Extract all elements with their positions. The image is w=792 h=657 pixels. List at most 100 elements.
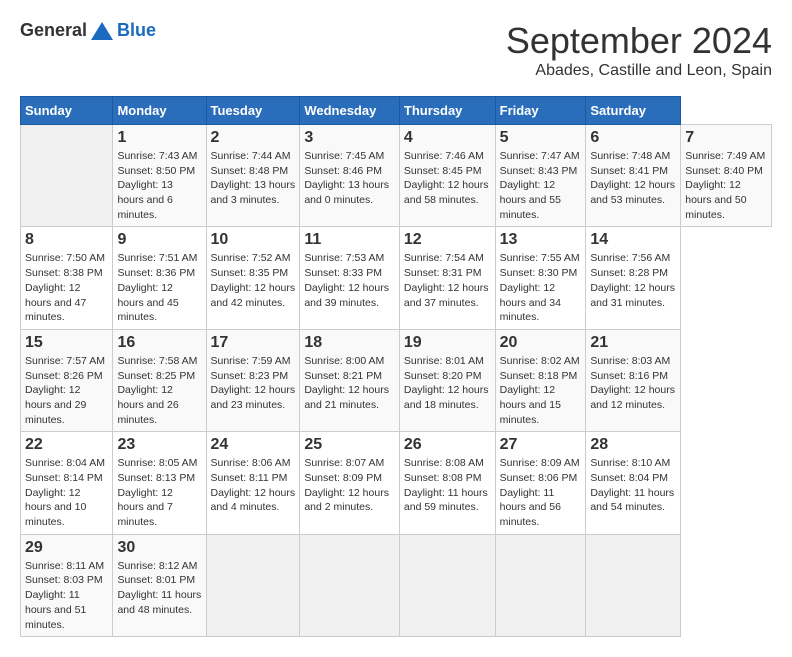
calendar-cell: 14 Sunrise: 7:56 AMSunset: 8:28 PMDayligh… [586, 227, 681, 329]
day-info: Sunrise: 8:05 AMSunset: 8:13 PMDaylight:… [117, 456, 201, 529]
calendar-header-sunday: Sunday [21, 97, 113, 125]
calendar-cell: 30Sunrise: 8:12 AMSunset: 8:01 PMDayligh… [113, 534, 206, 636]
calendar-week-row: 22 Sunrise: 8:04 AMSunset: 8:14 PMDayligh… [21, 432, 772, 534]
calendar-cell: 12 Sunrise: 7:54 AMSunset: 8:31 PMDayligh… [399, 227, 495, 329]
day-number: 7 [685, 129, 767, 147]
day-info: Sunrise: 7:53 AMSunset: 8:33 PMDaylight:… [304, 251, 395, 310]
calendar-body: 1 Sunrise: 7:43 AMSunset: 8:50 PMDaylight… [21, 125, 772, 637]
day-number: 27 [500, 436, 582, 454]
day-number: 18 [304, 334, 395, 352]
day-info: Sunrise: 7:47 AMSunset: 8:43 PMDaylight:… [500, 149, 582, 222]
calendar-cell: 27 Sunrise: 8:09 AMSunset: 8:06 PMDayligh… [495, 432, 586, 534]
calendar-cell: 29 Sunrise: 8:11 AMSunset: 8:03 PMDayligh… [21, 534, 113, 636]
logo-text-general: General [20, 20, 87, 41]
day-info: Sunrise: 8:07 AMSunset: 8:09 PMDaylight:… [304, 456, 395, 515]
calendar-cell: 8 Sunrise: 7:50 AMSunset: 8:38 PMDaylight… [21, 227, 113, 329]
calendar-cell: 15Sunrise: 7:57 AMSunset: 8:26 PMDayligh… [21, 329, 113, 431]
day-number: 23 [117, 436, 201, 454]
day-number: 20 [500, 334, 582, 352]
calendar-cell: 21Sunrise: 8:03 AMSunset: 8:16 PMDayligh… [586, 329, 681, 431]
calendar-cell: 1 Sunrise: 7:43 AMSunset: 8:50 PMDaylight… [113, 125, 206, 227]
calendar-cell: 4 Sunrise: 7:46 AMSunset: 8:45 PMDaylight… [399, 125, 495, 227]
day-info: Sunrise: 7:58 AMSunset: 8:25 PMDaylight:… [117, 354, 201, 427]
calendar-cell: 11 Sunrise: 7:53 AMSunset: 8:33 PMDayligh… [300, 227, 400, 329]
calendar-cell: 25 Sunrise: 8:07 AMSunset: 8:09 PMDayligh… [300, 432, 400, 534]
day-number: 28 [590, 436, 676, 454]
calendar-cell: 10 Sunrise: 7:52 AMSunset: 8:35 PMDayligh… [206, 227, 300, 329]
calendar-header-thursday: Thursday [399, 97, 495, 125]
day-number: 9 [117, 231, 201, 249]
day-number: 8 [25, 231, 108, 249]
day-info: Sunrise: 8:02 AMSunset: 8:18 PMDaylight:… [500, 354, 582, 427]
day-number: 24 [211, 436, 296, 454]
day-number: 30 [117, 539, 201, 557]
title-section: September 2024 Abades, Castille and Leon… [506, 20, 772, 80]
day-info: Sunrise: 7:54 AMSunset: 8:31 PMDaylight:… [404, 251, 491, 310]
calendar-cell: 6 Sunrise: 7:48 AMSunset: 8:41 PMDaylight… [586, 125, 681, 227]
calendar-week-row: 29 Sunrise: 8:11 AMSunset: 8:03 PMDayligh… [21, 534, 772, 636]
day-number: 16 [117, 334, 201, 352]
day-number: 5 [500, 129, 582, 147]
calendar-cell: 7 Sunrise: 7:49 AMSunset: 8:40 PMDaylight… [681, 125, 772, 227]
day-number: 17 [211, 334, 296, 352]
day-number: 14 [590, 231, 676, 249]
day-number: 29 [25, 539, 108, 557]
day-number: 25 [304, 436, 395, 454]
calendar-week-row: 8 Sunrise: 7:50 AMSunset: 8:38 PMDaylight… [21, 227, 772, 329]
day-number: 4 [404, 129, 491, 147]
day-info: Sunrise: 8:04 AMSunset: 8:14 PMDaylight:… [25, 456, 108, 529]
day-info: Sunrise: 7:48 AMSunset: 8:41 PMDaylight:… [590, 149, 676, 208]
day-number: 6 [590, 129, 676, 147]
day-info: Sunrise: 8:00 AMSunset: 8:21 PMDaylight:… [304, 354, 395, 413]
day-number: 11 [304, 231, 395, 249]
day-info: Sunrise: 7:52 AMSunset: 8:35 PMDaylight:… [211, 251, 296, 310]
day-info: Sunrise: 7:43 AMSunset: 8:50 PMDaylight:… [117, 149, 201, 222]
calendar-cell [586, 534, 681, 636]
day-number: 15 [25, 334, 108, 352]
page-subtitle: Abades, Castille and Leon, Spain [506, 62, 772, 80]
day-info: Sunrise: 7:59 AMSunset: 8:23 PMDaylight:… [211, 354, 296, 413]
calendar-cell: 26Sunrise: 8:08 AMSunset: 8:08 PMDayligh… [399, 432, 495, 534]
day-info: Sunrise: 8:11 AMSunset: 8:03 PMDaylight:… [25, 559, 108, 632]
day-info: Sunrise: 8:06 AMSunset: 8:11 PMDaylight:… [211, 456, 296, 515]
calendar-cell: 2Sunrise: 7:44 AMSunset: 8:48 PMDaylight… [206, 125, 300, 227]
calendar-cell [300, 534, 400, 636]
day-number: 1 [117, 129, 201, 147]
calendar-cell: 22 Sunrise: 8:04 AMSunset: 8:14 PMDayligh… [21, 432, 113, 534]
day-info: Sunrise: 8:03 AMSunset: 8:16 PMDaylight:… [590, 354, 676, 413]
day-number: 12 [404, 231, 491, 249]
day-info: Sunrise: 7:45 AMSunset: 8:46 PMDaylight:… [304, 149, 395, 208]
calendar-header-friday: Friday [495, 97, 586, 125]
calendar-cell: 23 Sunrise: 8:05 AMSunset: 8:13 PMDayligh… [113, 432, 206, 534]
day-info: Sunrise: 8:10 AMSunset: 8:04 PMDaylight:… [590, 456, 676, 515]
logo: General Blue [20, 20, 156, 41]
calendar-week-row: 15Sunrise: 7:57 AMSunset: 8:26 PMDayligh… [21, 329, 772, 431]
header: General Blue September 2024 Abades, Cast… [20, 20, 772, 80]
day-number: 22 [25, 436, 108, 454]
calendar-header-wednesday: Wednesday [300, 97, 400, 125]
calendar-cell: 28 Sunrise: 8:10 AMSunset: 8:04 PMDayligh… [586, 432, 681, 534]
calendar-cell: 17 Sunrise: 7:59 AMSunset: 8:23 PMDayligh… [206, 329, 300, 431]
logo-icon [91, 22, 113, 40]
day-info: Sunrise: 7:56 AMSunset: 8:28 PMDaylight:… [590, 251, 676, 310]
calendar-cell: 16 Sunrise: 7:58 AMSunset: 8:25 PMDayligh… [113, 329, 206, 431]
logo-text-blue: Blue [117, 20, 156, 41]
day-number: 13 [500, 231, 582, 249]
day-info: Sunrise: 7:55 AMSunset: 8:30 PMDaylight:… [500, 251, 582, 324]
day-info: Sunrise: 7:46 AMSunset: 8:45 PMDaylight:… [404, 149, 491, 208]
day-info: Sunrise: 7:50 AMSunset: 8:38 PMDaylight:… [25, 251, 108, 324]
calendar-cell: 9Sunrise: 7:51 AMSunset: 8:36 PMDaylight… [113, 227, 206, 329]
calendar-cell [21, 125, 113, 227]
calendar-week-row: 1 Sunrise: 7:43 AMSunset: 8:50 PMDaylight… [21, 125, 772, 227]
day-info: Sunrise: 8:09 AMSunset: 8:06 PMDaylight:… [500, 456, 582, 529]
day-number: 10 [211, 231, 296, 249]
calendar-cell: 19Sunrise: 8:01 AMSunset: 8:20 PMDayligh… [399, 329, 495, 431]
calendar-cell: 18 Sunrise: 8:00 AMSunset: 8:21 PMDayligh… [300, 329, 400, 431]
calendar-cell [399, 534, 495, 636]
calendar-header-tuesday: Tuesday [206, 97, 300, 125]
day-info: Sunrise: 7:49 AMSunset: 8:40 PMDaylight:… [685, 149, 767, 222]
calendar-header-monday: Monday [113, 97, 206, 125]
day-info: Sunrise: 8:01 AMSunset: 8:20 PMDaylight:… [404, 354, 491, 413]
calendar-header-saturday: Saturday [586, 97, 681, 125]
calendar-cell: 5 Sunrise: 7:47 AMSunset: 8:43 PMDaylight… [495, 125, 586, 227]
